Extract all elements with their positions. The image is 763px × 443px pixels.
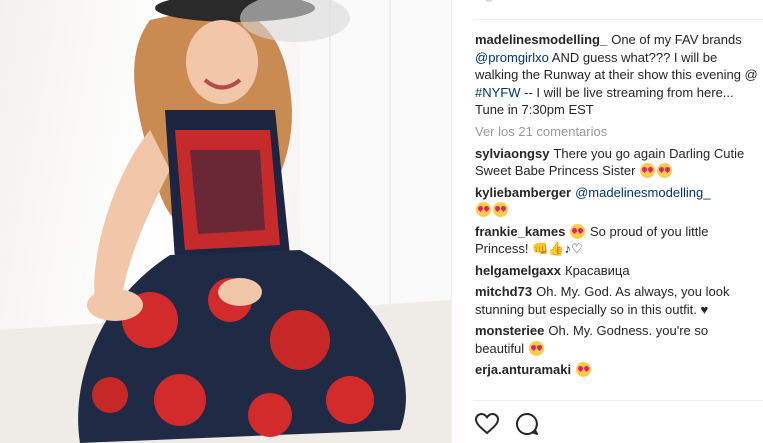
comment-username[interactable]: monsteriee	[475, 323, 544, 338]
heart-kiss-emoji-icon	[657, 163, 673, 178]
heart-eyes-emoji-icon	[493, 202, 508, 217]
heart-icon[interactable]	[474, 411, 500, 437]
caption-hashtag[interactable]: #NYFW	[475, 85, 521, 100]
heart-eyes-emoji-icon	[476, 202, 491, 217]
comment-item: frankie_kames So proud of you little Pri…	[475, 223, 760, 258]
comment-item: helgamelgaxx Красавица	[475, 262, 760, 280]
comments-list: madelinesmodelling_ One of my FAV brands …	[475, 31, 760, 383]
comments-panel: madelinesmodelling_ One of my FAV brands …	[451, 0, 763, 443]
comment-mention[interactable]: @madelinesmodelling_	[575, 185, 710, 200]
heart-eyes-emoji-icon	[528, 340, 544, 356]
comment-icon[interactable]	[514, 411, 540, 437]
post-actions	[474, 411, 540, 437]
comment-item: erja.anturamaki	[475, 361, 760, 379]
comment-emoji-trail: 👊👍♪♡	[532, 241, 583, 256]
heart-eyes-emoji-icon	[640, 163, 656, 178]
caption-mention[interactable]: @promgirlxo	[475, 50, 549, 65]
comment-item: kyliebamberger @madelinesmodelling_	[475, 184, 760, 219]
heart-eyes-emoji-icon	[570, 223, 586, 239]
comment-item: mitchd73 Oh. My. God. As always, you look…	[475, 283, 760, 318]
comment-username[interactable]: helgamelgaxx	[475, 263, 561, 278]
caption-text-1: One of my FAV brands	[611, 32, 742, 47]
comment-username[interactable]: frankie_kames	[475, 224, 565, 239]
comment-username[interactable]: erja.anturamaki	[475, 362, 571, 377]
comment-item: sylviaongsy There you go again Darling Cu…	[475, 145, 760, 180]
caption: madelinesmodelling_ One of my FAV brands …	[475, 31, 760, 119]
comment-item: monsteriee Oh. My. Godness. you're so bea…	[475, 322, 760, 357]
photo-illustration	[0, 0, 451, 443]
header-divider	[474, 19, 763, 20]
actions-divider	[474, 400, 763, 401]
comment-username[interactable]: kyliebamberger	[475, 185, 571, 200]
view-all-comments-link[interactable]: Ver los 21 comentarios	[475, 124, 760, 139]
comment-text: Красавица	[565, 262, 630, 278]
comment-username[interactable]: sylviaongsy	[475, 146, 549, 161]
comment-username[interactable]: mitchd73	[475, 284, 532, 299]
avatar[interactable]	[484, 0, 494, 2]
post-photo[interactable]	[0, 0, 451, 443]
caption-username[interactable]: madelinesmodelling_	[475, 32, 607, 47]
heart-eyes-emoji-icon	[576, 362, 592, 377]
